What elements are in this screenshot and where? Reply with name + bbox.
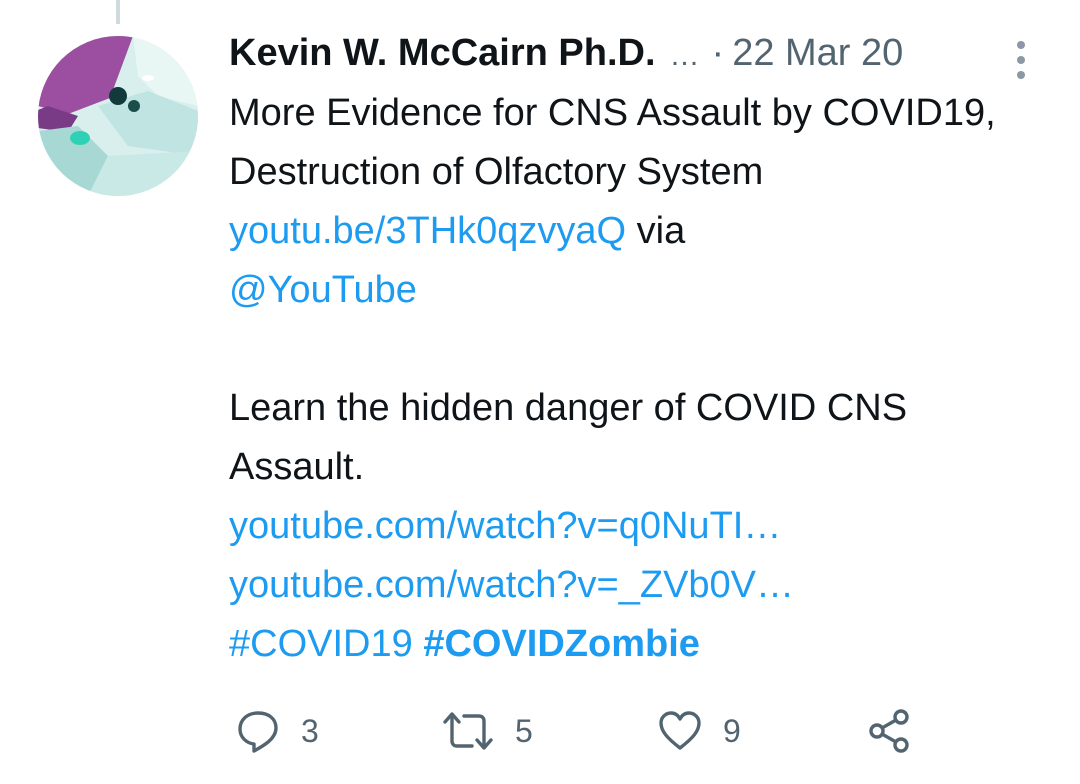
youtu-be-link[interactable]: youtu.be/3THk0qzvyaQ bbox=[229, 210, 626, 252]
retweet-count: 5 bbox=[515, 712, 533, 749]
tweet[interactable]: Kevin W. McCairn Ph.D. … · 22 Mar 20 Mor… bbox=[0, 0, 1080, 784]
vertical-ellipsis-icon[interactable] bbox=[1016, 40, 1026, 80]
hashtag-covid19[interactable]: #COVID19 bbox=[229, 623, 413, 665]
share-button[interactable] bbox=[865, 706, 913, 756]
retweet-icon bbox=[441, 708, 495, 754]
profile-photo-icon bbox=[38, 36, 198, 196]
like-count: 9 bbox=[723, 712, 741, 749]
tweet-paragraph-2: Learn the hidden danger of COVID CNS Ass… bbox=[229, 379, 1049, 497]
tweet-link-line-2: youtube.com/watch?v=_ZVb0V… bbox=[229, 556, 1049, 615]
share-icon bbox=[865, 707, 913, 755]
tweet-body: More Evidence for CNS Assault by COVID19… bbox=[229, 84, 1049, 674]
reply-icon bbox=[235, 708, 281, 754]
reply-button[interactable]: 3 bbox=[235, 706, 319, 756]
tweet-text-paragraph: Learn the hidden danger of COVID CNS Ass… bbox=[229, 387, 908, 488]
header-separator: · bbox=[711, 32, 725, 74]
youtube-watch-link-1[interactable]: youtube.com/watch?v=q0NuTI… bbox=[229, 505, 781, 547]
avatar[interactable] bbox=[38, 36, 198, 196]
hashtag-covidzombie[interactable]: #COVIDZombie bbox=[423, 623, 700, 665]
youtube-watch-link-2[interactable]: youtube.com/watch?v=_ZVb0V… bbox=[229, 564, 794, 606]
tweet-header: Kevin W. McCairn Ph.D. … · 22 Mar 20 bbox=[229, 26, 1049, 80]
tweet-paragraph-1: More Evidence for CNS Assault by COVID19… bbox=[229, 84, 1049, 320]
tweet-hashtags: #COVID19 #COVIDZombie bbox=[229, 615, 1049, 674]
retweet-button[interactable]: 5 bbox=[441, 706, 533, 756]
author-display-name[interactable]: Kevin W. McCairn Ph.D. bbox=[229, 26, 656, 80]
name-truncation: … bbox=[669, 39, 700, 72]
tweet-content: Kevin W. McCairn Ph.D. … · 22 Mar 20 Mor… bbox=[229, 26, 1049, 674]
tweet-link-line-1: youtube.com/watch?v=q0NuTI… bbox=[229, 497, 1049, 556]
via-text: via bbox=[626, 210, 686, 252]
like-button[interactable]: 9 bbox=[657, 706, 741, 756]
heart-icon bbox=[657, 708, 703, 754]
tweet-text-line: More Evidence for CNS Assault by COVID19… bbox=[229, 92, 996, 193]
reply-count: 3 bbox=[301, 712, 319, 749]
tweet-actions: 3 5 9 bbox=[229, 706, 929, 756]
youtube-mention[interactable]: @YouTube bbox=[229, 269, 417, 311]
tweet-timestamp[interactable]: 22 Mar 20 bbox=[732, 26, 903, 80]
thread-connector-line bbox=[116, 0, 120, 24]
